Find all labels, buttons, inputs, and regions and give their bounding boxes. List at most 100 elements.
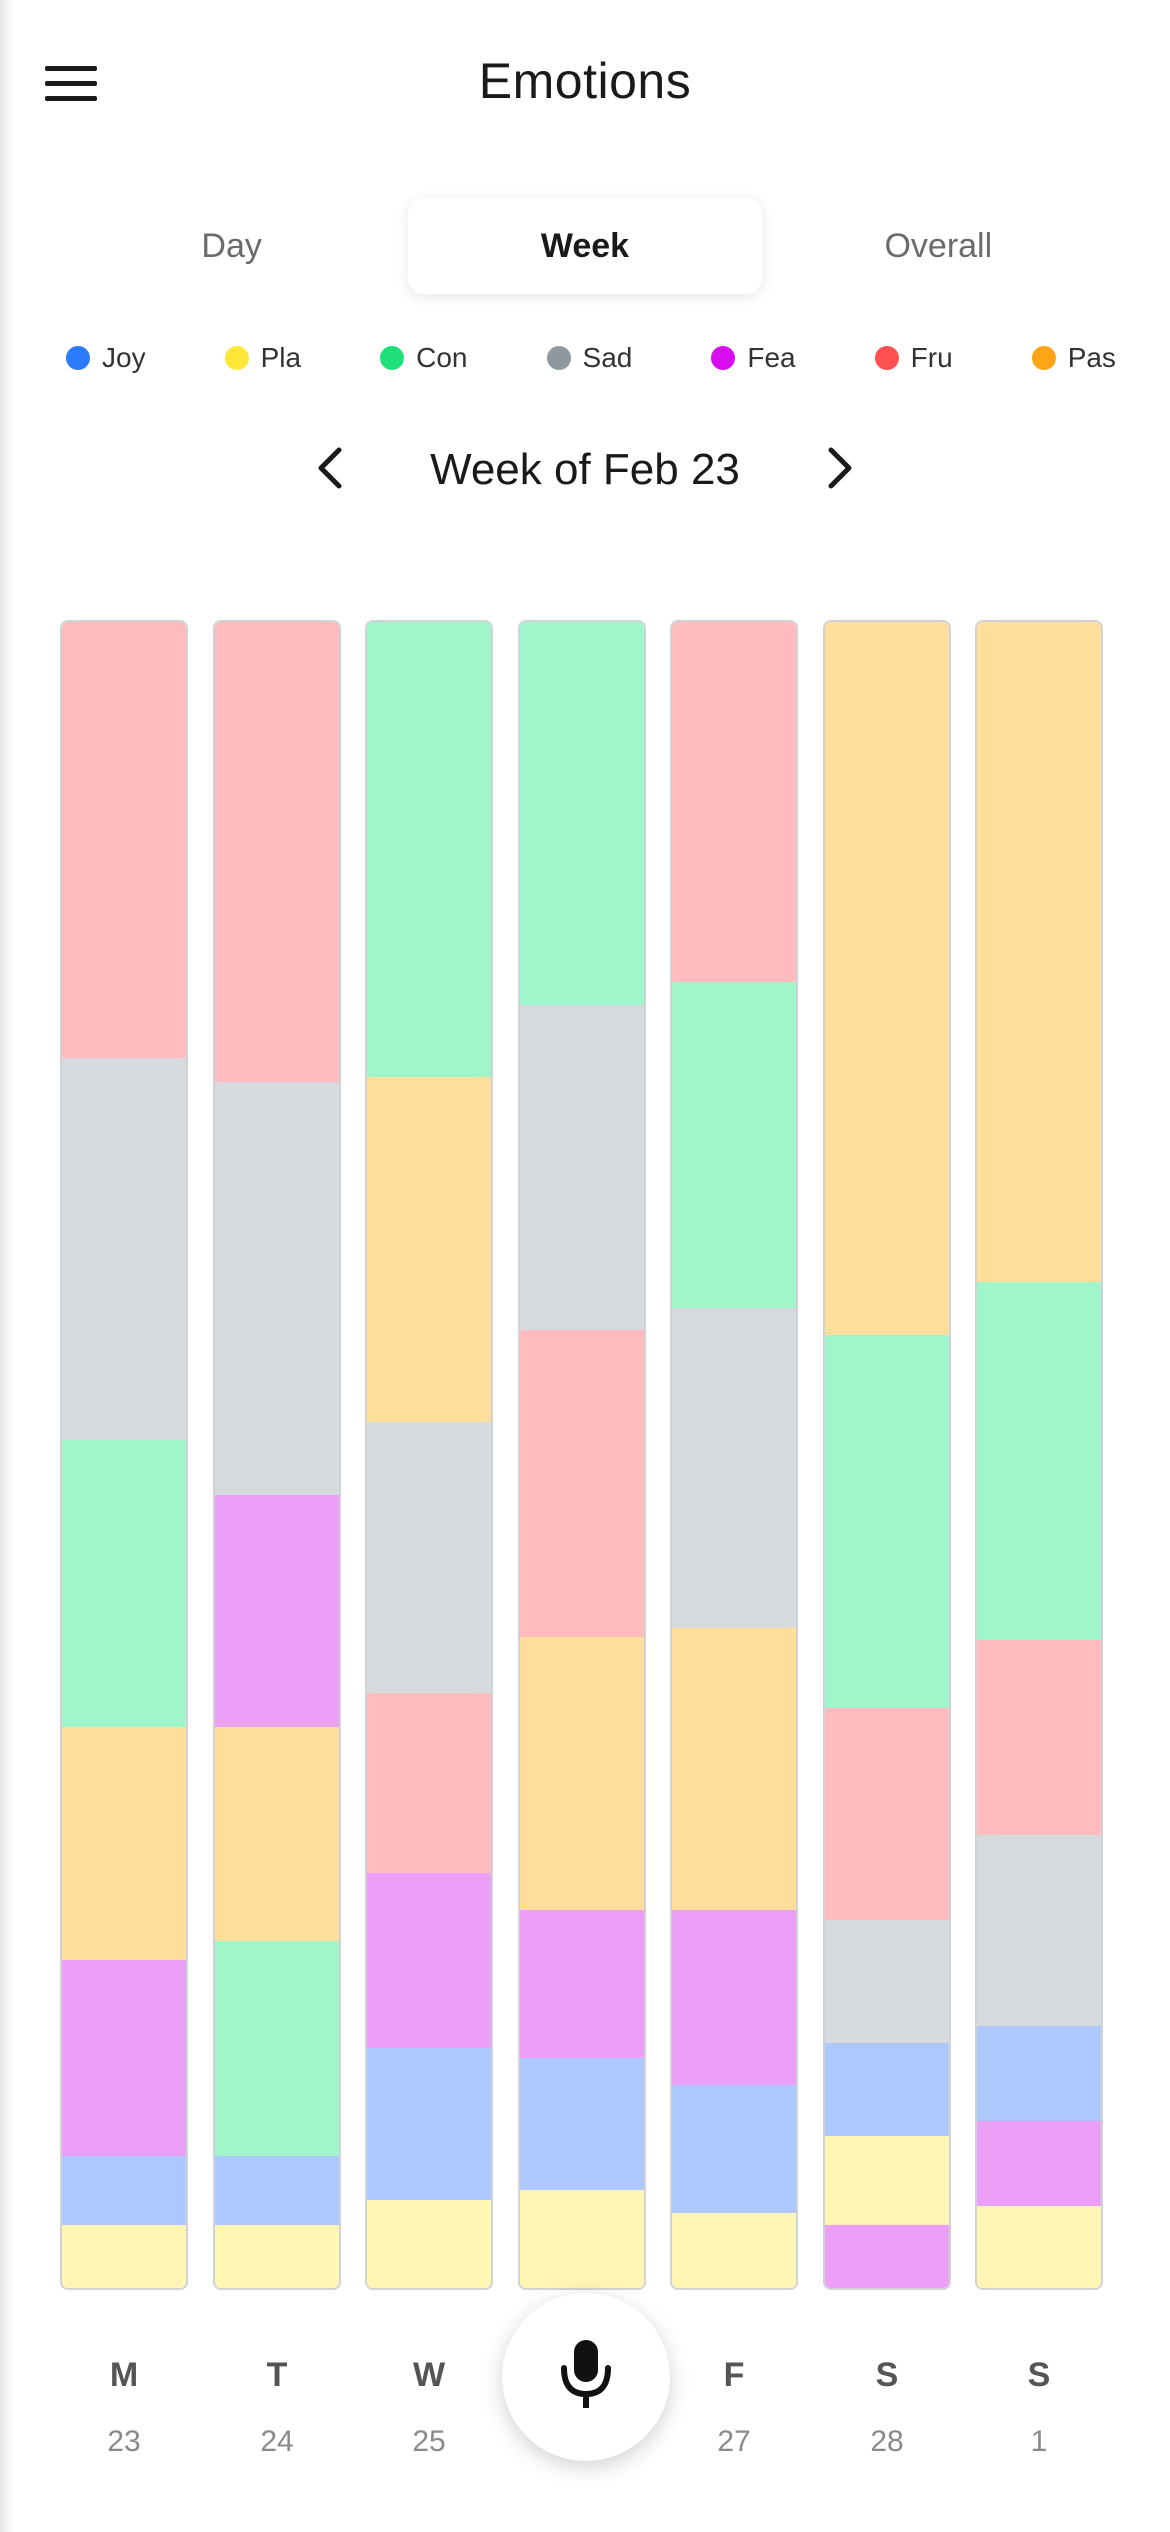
bar-segment-joy bbox=[672, 2084, 796, 2214]
bar-segment-pas bbox=[825, 622, 949, 1336]
weekly-emotion-chart: M 23 T 24 W 25 F 27 S 28 S 1 bbox=[0, 0, 1170, 2532]
tab-week[interactable]: Week bbox=[408, 198, 762, 294]
day-letter: S bbox=[875, 2356, 899, 2394]
day-date: 24 bbox=[260, 2425, 294, 2458]
day-label: W 25 bbox=[364, 2356, 494, 2459]
bar-segment-con bbox=[520, 622, 644, 1006]
bar-segment-fru bbox=[825, 1708, 949, 1921]
bar-segment-sad bbox=[367, 1421, 491, 1695]
bar-segment-con bbox=[977, 1281, 1101, 1641]
page-title: Emotions bbox=[478, 53, 692, 109]
emotion-legend: Joy Pla Con Sad Fea Fru Pas bbox=[66, 338, 1116, 378]
header: Emotions bbox=[0, 0, 1170, 170]
bar-segment-joy bbox=[215, 2156, 339, 2226]
bar-segment-pla bbox=[215, 2224, 339, 2288]
day-bar[interactable] bbox=[60, 620, 188, 2290]
legend-dot-joy bbox=[66, 346, 90, 370]
bar-segment-fea bbox=[367, 1873, 491, 2049]
legend-item-sad: Sad bbox=[546, 342, 633, 374]
bar-segment-con bbox=[62, 1440, 186, 1728]
day-label: M 23 bbox=[59, 2356, 189, 2459]
legend-label: Fru bbox=[910, 342, 953, 373]
prev-week-button[interactable] bbox=[295, 435, 365, 505]
bar-segment-sad bbox=[62, 1058, 186, 1441]
legend-item-fru: Fru bbox=[874, 342, 953, 374]
bar-segment-fea bbox=[672, 1909, 796, 2086]
bar-segment-con bbox=[672, 981, 796, 1310]
day-label: S 28 bbox=[822, 2356, 952, 2459]
legend-dot-fea bbox=[711, 346, 736, 370]
day-bar[interactable] bbox=[823, 620, 951, 2290]
record-button[interactable] bbox=[502, 2293, 670, 2461]
day-date: 25 bbox=[412, 2425, 446, 2458]
bar-segment-fru bbox=[367, 1693, 491, 1874]
day-date: 27 bbox=[717, 2425, 751, 2458]
bar-segment-pas bbox=[672, 1628, 796, 1911]
bar-segment-pas bbox=[367, 1076, 491, 1423]
legend-label: Pas bbox=[1067, 342, 1116, 373]
bar-segment-con bbox=[367, 622, 491, 1078]
day-bar[interactable] bbox=[365, 620, 493, 2290]
bar-segment-con bbox=[825, 1335, 949, 1710]
legend-item-con: Con bbox=[380, 342, 467, 374]
legend-label: Con bbox=[416, 342, 468, 373]
bar-segment-fea bbox=[62, 1959, 186, 2158]
day-label: S1 bbox=[974, 2356, 1104, 2459]
chevron-right-icon bbox=[825, 446, 855, 495]
bar-segment-fea bbox=[520, 1909, 644, 2059]
bar-segment-pla bbox=[62, 2224, 186, 2288]
legend-dot-pas bbox=[1031, 346, 1056, 370]
bar-segment-joy bbox=[520, 2058, 644, 2191]
day-letter: F bbox=[723, 2356, 745, 2394]
view-tabs: Day Week Overall bbox=[55, 198, 1115, 294]
legend-label: Sad bbox=[582, 342, 633, 373]
bar-segment-fru bbox=[520, 1330, 644, 1638]
bar-segment-sad bbox=[215, 1081, 339, 1496]
tab-day[interactable]: Day bbox=[55, 198, 408, 294]
legend-label: Pla bbox=[260, 342, 302, 373]
bar-segment-sad bbox=[520, 1005, 644, 1331]
legend-dot-sad bbox=[546, 346, 571, 370]
legend-item-fea: Fea bbox=[711, 342, 796, 374]
day-letter: W bbox=[412, 2356, 446, 2394]
bar-segment-joy bbox=[62, 2156, 186, 2226]
bar-segment-fea bbox=[977, 2121, 1101, 2208]
bar-segment-pas bbox=[520, 1636, 644, 1911]
legend-label: Joy bbox=[102, 342, 146, 373]
bar-segment-joy bbox=[977, 2026, 1101, 2123]
day-bar[interactable] bbox=[670, 620, 798, 2290]
microphone-icon bbox=[558, 2338, 614, 2417]
day-label: T 24 bbox=[212, 2356, 342, 2459]
bar-segment-con bbox=[215, 1941, 339, 2158]
bar-segment-fru bbox=[672, 622, 796, 983]
tab-overall[interactable]: Overall bbox=[762, 198, 1115, 294]
day-date: 28 bbox=[870, 2425, 904, 2458]
week-label: Week of Feb 23 bbox=[430, 445, 740, 494]
bar-segment-pla bbox=[977, 2206, 1101, 2288]
legend-item-pas: Pas bbox=[1031, 342, 1116, 374]
bar-segment-sad bbox=[672, 1308, 796, 1630]
bar-segment-fru bbox=[62, 622, 186, 1060]
legend-dot-fru bbox=[874, 346, 899, 370]
legend-label: Fea bbox=[747, 342, 796, 373]
bar-segment-fea bbox=[215, 1494, 339, 1728]
bar-segment-pas bbox=[215, 1726, 339, 1943]
bar-segment-fru bbox=[215, 622, 339, 1083]
bar-segment-fea bbox=[825, 2224, 949, 2288]
day-date: 1 bbox=[1030, 2425, 1048, 2458]
edge-shadow bbox=[0, 0, 14, 2532]
legend-item-joy: Joy bbox=[66, 342, 146, 374]
bar-segment-pla bbox=[367, 2199, 491, 2288]
legend-dot-con bbox=[380, 346, 405, 370]
bar-segment-pas bbox=[977, 622, 1101, 1283]
next-week-button[interactable] bbox=[805, 435, 875, 505]
day-bar[interactable] bbox=[975, 620, 1103, 2290]
day-date: 23 bbox=[107, 2425, 141, 2458]
bar-segment-fru bbox=[977, 1639, 1101, 1836]
chevron-left-icon bbox=[315, 446, 345, 495]
legend-dot-pla bbox=[224, 346, 249, 370]
bar-segment-pla bbox=[672, 2213, 796, 2288]
week-navigator: Week of Feb 23 bbox=[0, 430, 1170, 510]
day-bar[interactable] bbox=[213, 620, 341, 2290]
day-bar[interactable] bbox=[518, 620, 646, 2290]
